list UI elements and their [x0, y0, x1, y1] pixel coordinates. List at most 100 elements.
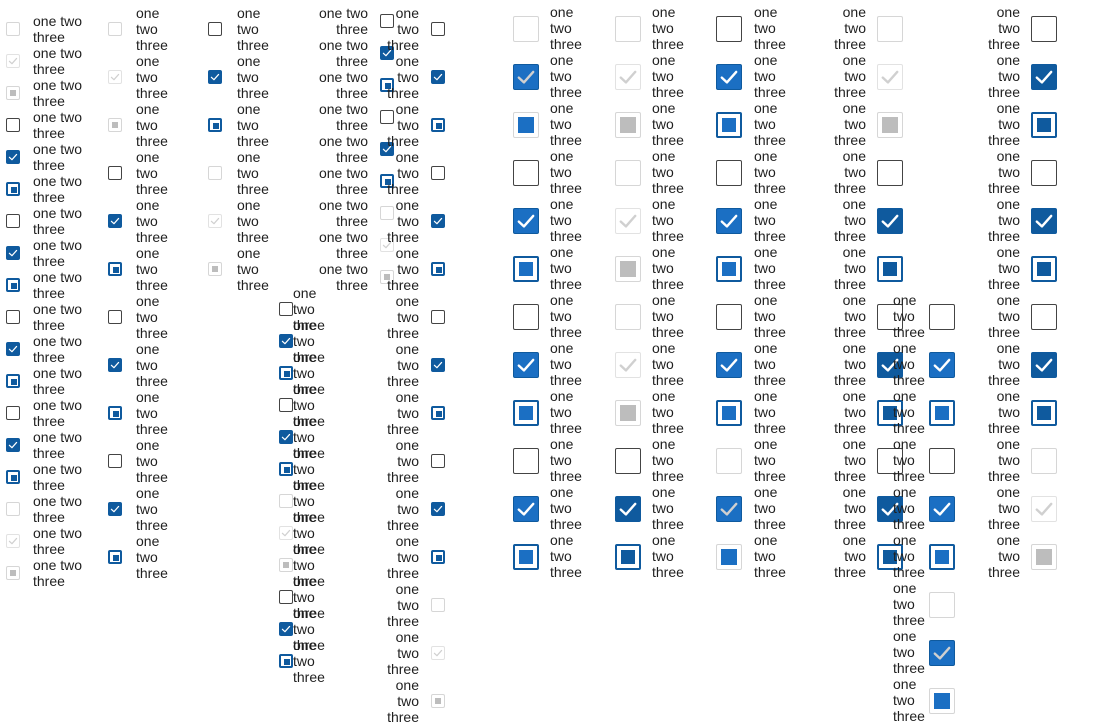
checkbox-label: one two three — [33, 365, 83, 397]
checkbox-checked[interactable] — [279, 334, 293, 348]
checkbox-checked[interactable] — [6, 438, 20, 452]
checkbox-unchecked[interactable] — [431, 22, 445, 36]
checkbox-unchecked[interactable] — [877, 160, 903, 186]
checkbox-checked[interactable] — [6, 246, 20, 260]
checkbox-indet[interactable] — [513, 256, 539, 282]
checkbox-unchecked[interactable] — [279, 590, 293, 604]
checkbox-unchecked[interactable] — [6, 118, 20, 132]
indeterminate-mark — [882, 117, 898, 133]
checkbox-unchecked[interactable] — [431, 454, 445, 468]
checkbox-checked[interactable] — [1031, 64, 1057, 90]
checkbox-label: one two three — [988, 100, 1020, 148]
checkbox-unchecked[interactable] — [108, 166, 122, 180]
checkmark-icon — [281, 433, 291, 441]
checkbox-indet[interactable] — [108, 550, 122, 564]
checkbox-indet[interactable] — [513, 400, 539, 426]
checkbox-dis-indet — [929, 688, 955, 714]
checkbox-unchecked[interactable] — [1031, 304, 1057, 330]
checkbox-unchecked[interactable] — [929, 448, 955, 474]
checkbox-dis-unchecked — [108, 22, 122, 36]
checkbox-indet[interactable] — [929, 400, 955, 426]
checkbox-unchecked[interactable] — [716, 304, 742, 330]
checkbox-checked[interactable] — [716, 208, 742, 234]
checkbox-unchecked[interactable] — [6, 406, 20, 420]
checkbox-indet[interactable] — [615, 544, 641, 570]
checkbox-unchecked[interactable] — [1031, 16, 1057, 42]
checkbox-indet[interactable] — [279, 366, 293, 380]
checkbox-unchecked[interactable] — [108, 454, 122, 468]
checkbox-indet[interactable] — [208, 118, 222, 132]
checkbox-label: one two three — [754, 52, 786, 100]
checkbox-indet[interactable] — [716, 256, 742, 282]
checkbox-indet[interactable] — [108, 406, 122, 420]
checkbox-unchecked[interactable] — [431, 166, 445, 180]
checkbox-label: one two three — [387, 485, 419, 533]
indeterminate-mark — [620, 117, 636, 133]
checkbox-indet[interactable] — [431, 550, 445, 564]
checkbox-indet[interactable] — [716, 400, 742, 426]
checkbox-indet[interactable] — [1031, 112, 1057, 138]
checkbox-unchecked[interactable] — [513, 448, 539, 474]
checkmark-icon — [210, 73, 220, 81]
checkbox-indet[interactable] — [108, 262, 122, 276]
checkbox-label: one two three — [893, 436, 925, 484]
checkbox-label: one two three — [754, 532, 786, 580]
checkbox-checked[interactable] — [929, 352, 955, 378]
checkbox-unchecked[interactable] — [1031, 160, 1057, 186]
checkbox-unchecked[interactable] — [716, 160, 742, 186]
checkbox-indet[interactable] — [431, 406, 445, 420]
checkbox-unchecked[interactable] — [716, 16, 742, 42]
checkbox-checked[interactable] — [108, 358, 122, 372]
checkbox-indet[interactable] — [6, 374, 20, 388]
checkbox-checked[interactable] — [6, 342, 20, 356]
checkbox-indet[interactable] — [929, 544, 955, 570]
checkbox-label: one two three — [834, 388, 866, 436]
checkbox-checked[interactable] — [513, 496, 539, 522]
checkbox-checked[interactable] — [431, 214, 445, 228]
checkbox-unchecked[interactable] — [279, 398, 293, 412]
checkbox-checked[interactable] — [716, 352, 742, 378]
checkbox-unchecked[interactable] — [208, 22, 222, 36]
checkbox-indet[interactable] — [431, 118, 445, 132]
checkbox-unchecked[interactable] — [513, 160, 539, 186]
checkbox-checked[interactable] — [513, 208, 539, 234]
checkbox-checked[interactable] — [929, 496, 955, 522]
checkbox-indet[interactable] — [716, 112, 742, 138]
checkbox-indet[interactable] — [279, 654, 293, 668]
checkbox-checked[interactable] — [208, 70, 222, 84]
checkbox-indet[interactable] — [6, 470, 20, 484]
checkbox-checked[interactable] — [716, 64, 742, 90]
checkbox-unchecked[interactable] — [6, 310, 20, 324]
checkbox-checked[interactable] — [877, 208, 903, 234]
checkbox-dis-indet — [615, 256, 641, 282]
checkbox-checked[interactable] — [279, 430, 293, 444]
checkmark-icon — [110, 217, 120, 225]
checkbox-checked[interactable] — [431, 70, 445, 84]
checkbox-checked[interactable] — [615, 496, 641, 522]
checkbox-indet[interactable] — [1031, 256, 1057, 282]
checkbox-label: one two three — [550, 244, 582, 292]
checkbox-unchecked[interactable] — [929, 304, 955, 330]
checkbox-indet[interactable] — [279, 462, 293, 476]
checkbox-indet[interactable] — [6, 278, 20, 292]
checkbox-indet[interactable] — [6, 182, 20, 196]
checkbox-indet[interactable] — [431, 262, 445, 276]
checkbox-unchecked[interactable] — [279, 302, 293, 316]
checkbox-checked[interactable] — [279, 622, 293, 636]
checkbox-unchecked[interactable] — [6, 214, 20, 228]
checkbox-checked[interactable] — [1031, 208, 1057, 234]
checkbox-checked[interactable] — [431, 358, 445, 372]
checkbox-checked[interactable] — [108, 214, 122, 228]
checkbox-unchecked[interactable] — [615, 448, 641, 474]
checkbox-unchecked[interactable] — [513, 304, 539, 330]
checkbox-unchecked[interactable] — [431, 310, 445, 324]
checkbox-unchecked[interactable] — [108, 310, 122, 324]
checkbox-checked[interactable] — [513, 352, 539, 378]
checkbox-indet[interactable] — [1031, 400, 1057, 426]
checkbox-checked[interactable] — [108, 502, 122, 516]
checkbox-checked[interactable] — [1031, 352, 1057, 378]
checkbox-indet[interactable] — [513, 544, 539, 570]
checkbox-indet[interactable] — [877, 256, 903, 282]
checkbox-checked[interactable] — [6, 150, 20, 164]
checkbox-checked[interactable] — [431, 502, 445, 516]
